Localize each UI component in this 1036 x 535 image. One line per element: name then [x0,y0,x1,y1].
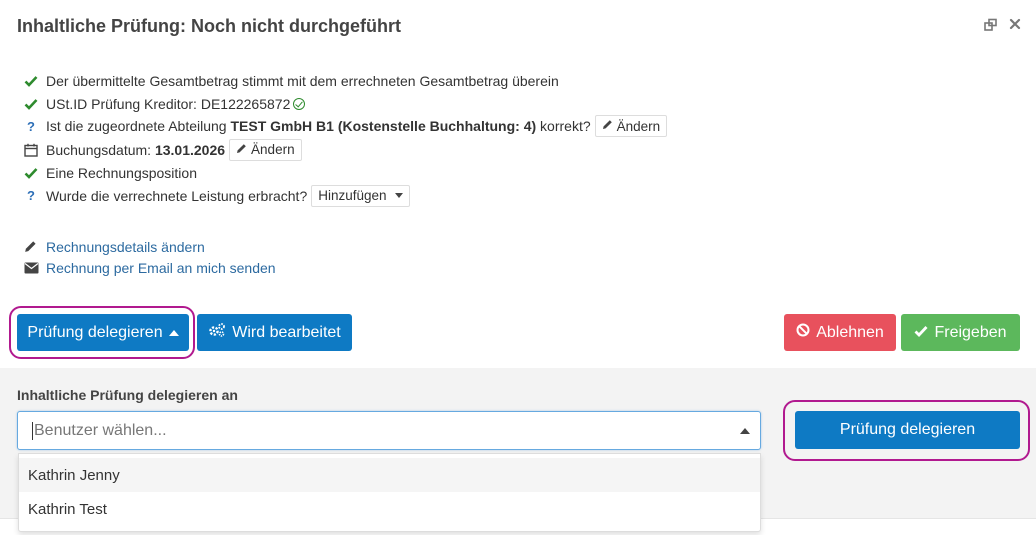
restore-window-icon[interactable] [984,18,998,32]
question-mark-icon: ? [27,188,35,204]
user-select-placeholder: Benutzer wählen... [34,422,167,439]
edit-details-link[interactable]: Rechnungsdetails ändern [46,239,205,255]
pencil-icon [236,143,247,157]
close-icon[interactable] [1008,18,1022,32]
reject-button[interactable]: Ablehnen [784,314,896,351]
delegate-submit-button[interactable]: Prüfung delegieren [795,411,1020,449]
envelope-icon [24,262,46,274]
question-mark-icon: ? [27,118,35,134]
list-item[interactable]: Kathrin Test [19,492,760,526]
check-booking-date: Buchungsdatum: 13.01.2026 Ändern [24,138,1004,163]
checkmark-icon [914,324,928,342]
calendar-icon [24,143,46,157]
checkmark-icon [24,98,46,110]
pencil-icon [602,119,613,133]
user-dropdown-list: Kathrin Jenny Kathrin Test [18,453,761,532]
cogs-icon [208,322,226,343]
caret-up-icon[interactable] [740,428,750,434]
check-service: ? Wurde die verrechnete Leistung erbrach… [24,184,1004,208]
in-progress-button[interactable]: Wird bearbeitet [197,314,352,351]
check-positions: Eine Rechnungsposition [24,162,1004,185]
delegate-review-toggle-button[interactable]: Prüfung delegieren [17,314,189,351]
page-title: Inhaltliche Prüfung: Noch nicht durchgef… [17,16,401,36]
edit-details-link-row[interactable]: Rechnungsdetails ändern [24,236,276,258]
action-links: Rechnungsdetails ändern Rechnung per Ema… [24,236,276,279]
change-department-button[interactable]: Ändern [594,115,668,138]
check-list: Der übermittelte Gesamtbetrag stimmt mit… [24,70,1004,207]
send-email-link[interactable]: Rechnung per Email an mich senden [46,260,276,276]
invoice-review-panel: Inhaltliche Prüfung: Noch nicht durchgef… [0,0,1036,535]
check-total-match: Der übermittelte Gesamtbetrag stimmt mit… [24,70,1004,93]
list-item[interactable]: Kathrin Jenny [19,458,760,492]
department-name: TEST GmbH B1 (Kostenstelle Buchhaltung: … [230,118,537,135]
check-ustid: USt.ID Prüfung Kreditor: DE122265872 [24,93,1004,116]
text-cursor [32,422,33,440]
checkmark-icon [24,167,46,180]
action-button-bar: Prüfung delegieren Wird bearbeitet Ableh… [17,314,1021,351]
delegate-label: Inhaltliche Prüfung delegieren an [17,387,238,403]
window-controls [984,18,1022,32]
send-email-link-row[interactable]: Rechnung per Email an mich senden [24,258,276,280]
checkmark-icon [24,75,46,88]
caret-up-icon [168,329,179,336]
panel-header: Inhaltliche Prüfung: Noch nicht durchgef… [0,0,1036,56]
check-department: ? Ist die zugeordnete Abteilung TEST Gmb… [24,115,1004,138]
approve-button[interactable]: Freigeben [901,314,1020,351]
caret-down-icon [394,193,403,199]
user-select[interactable]: Benutzer wählen... [17,411,761,450]
pencil-icon [24,240,46,253]
verified-check-circle-icon [293,97,306,110]
ban-icon [796,323,810,342]
add-service-dropdown-button[interactable]: Hinzufügen [311,184,410,207]
booking-date: 13.01.2026 [154,141,226,158]
change-booking-date-button[interactable]: Ändern [229,138,302,161]
